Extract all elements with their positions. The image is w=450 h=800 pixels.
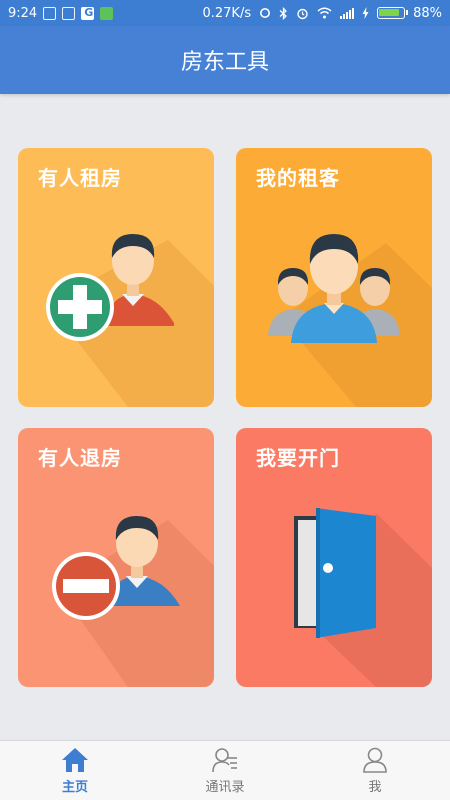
status-time: 9:24 — [8, 5, 38, 21]
sync-icon — [260, 8, 271, 18]
nav-item-contacts-label: 通讯录 — [205, 780, 245, 795]
tile-open-door-label: 我要开门 — [256, 446, 340, 470]
tile-check-out-label: 有人退房 — [38, 446, 122, 470]
nav-item-me-label: 我 — [368, 780, 382, 795]
wifi-icon — [317, 7, 332, 19]
home-icon — [62, 748, 88, 772]
bluetooth-icon — [279, 6, 288, 20]
status-bar: 9:24 0.27K/s 88% — [0, 0, 450, 26]
nav-item-contacts[interactable]: 通讯录 — [150, 741, 300, 800]
bottom-nav: 主页 通讯录 我 — [0, 740, 450, 800]
page-title: 房东工具 — [180, 50, 269, 75]
charging-icon — [362, 7, 369, 19]
notification-app-icon — [43, 6, 57, 20]
profile-icon — [363, 747, 387, 773]
battery-icon — [377, 7, 409, 19]
alarm-icon — [297, 8, 308, 19]
notification-app-icon — [62, 6, 76, 20]
add-badge-icon — [46, 273, 114, 341]
app-header: 房东工具 — [0, 26, 450, 94]
notification-app-icon — [100, 6, 114, 20]
tile-my-tenants[interactable]: 我的租客 — [236, 148, 432, 407]
tile-my-tenants-label: 我的租客 — [256, 166, 340, 190]
google-icon — [81, 6, 95, 20]
contacts-icon — [212, 748, 237, 773]
remove-badge-icon — [52, 552, 120, 620]
tile-rent-in[interactable]: 有人租房 — [18, 148, 214, 407]
nav-item-home[interactable]: 主页 — [0, 741, 150, 800]
tile-rent-in-label: 有人租房 — [38, 166, 122, 190]
tile-check-out[interactable]: 有人退房 — [18, 428, 214, 687]
network-speed: 0.27K/s — [202, 5, 252, 21]
nav-item-me[interactable]: 我 — [300, 741, 450, 800]
tile-open-door[interactable]: 我要开门 — [236, 428, 432, 687]
nav-item-home-label: 主页 — [61, 780, 88, 795]
signal-icon — [340, 7, 355, 19]
battery-level: 88% — [413, 5, 442, 21]
